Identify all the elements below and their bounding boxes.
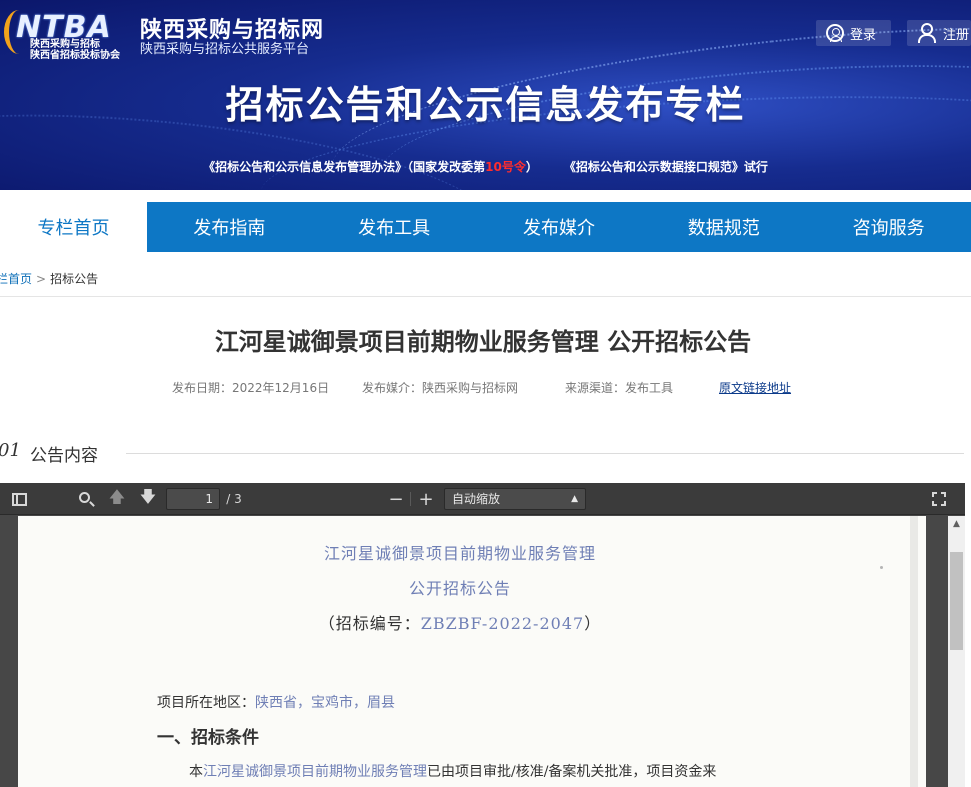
search-icon[interactable] [74, 489, 94, 509]
zoom-in-button[interactable]: + [416, 489, 436, 510]
nav-item-data-spec[interactable]: 数据规范 [641, 202, 806, 252]
site-subtitle: 陕西采购与招标公共服务平台 [140, 42, 310, 57]
original-link[interactable]: 原文链接地址 [719, 379, 791, 396]
doc-project-region: 项目所在地区：陕西省，宝鸡市，眉县 [157, 695, 395, 711]
notice-highlight: 10号令 [485, 160, 526, 174]
register-button[interactable]: 注册 [907, 20, 971, 46]
doc-tender-code: （招标编号：ZBZBF-2022-2047） [318, 614, 602, 633]
pdf-page: 江河星诚御景项目前期物业服务管理 公开招标公告 （招标编号：ZBZBF-2022… [18, 516, 926, 787]
pdf-viewer: 🡅 🡇 1 / 3 − + 自动缩放 ▲ 江河星诚御景项目前期物业服务管理 公开… [0, 483, 965, 787]
section-number: 01 [0, 440, 21, 461]
toolbar-separator [410, 492, 411, 506]
breadcrumb-current: 招标公告 [50, 272, 99, 286]
pdf-page-edge [910, 516, 918, 787]
source-channel: 来源渠道：发布工具 [565, 381, 674, 395]
breadcrumb-home[interactable]: 专栏首页 [0, 272, 32, 286]
login-label: 登录 [850, 27, 877, 43]
scroll-up-icon[interactable]: ▲ [948, 516, 965, 532]
nav-item-guide[interactable]: 发布指南 [147, 202, 312, 252]
main-nav: 专栏首页 发布指南 发布工具 发布媒介 数据规范 咨询服务 [0, 202, 971, 252]
breadcrumb: 专栏首页 >招标公告 [0, 270, 98, 287]
pdf-scrollbar[interactable]: ▲ [948, 516, 965, 787]
zoom-select-value: 自动缩放 [452, 492, 501, 506]
header-banner: NTBA 陕西采购与招标 陕西省招标投标协会 陕西采购与招标网 陕西采购与招标公… [0, 0, 971, 190]
divider [0, 296, 971, 297]
user-circle-icon [826, 24, 844, 42]
login-button[interactable]: 登录 [816, 20, 891, 46]
nav-item-tools[interactable]: 发布工具 [312, 202, 477, 252]
nav-item-media[interactable]: 发布媒介 [477, 202, 642, 252]
banner-title: 招标公告和公示信息发布专栏 [225, 83, 746, 127]
notice-regulation-link[interactable]: 《招标公告和公示信息发布管理办法》（国家发改委第10号令） [203, 160, 538, 174]
scan-speck [880, 566, 883, 569]
breadcrumb-separator: > [36, 272, 47, 286]
nav-item-home[interactable]: 专栏首页 [0, 202, 147, 252]
zoom-select[interactable]: 自动缩放 ▲ [444, 488, 586, 510]
doc-section-heading: 一、招标条件 [157, 728, 259, 748]
section-title: 公告内容 [30, 446, 98, 466]
banner-notice: 《招标公告和公示信息发布管理办法》（国家发改委第10号令） 《招标公告和公示数据接… [0, 158, 971, 175]
publish-date: 发布日期：2022年12月16日 [172, 381, 330, 395]
logo-subtitle-2: 陕西省招标投标协会 [30, 50, 120, 61]
doc-title-line-1: 江河星诚御景项目前期物业服务管理 [323, 544, 596, 563]
doc-body-text: 本江河星诚御景项目前期物业服务管理已由项目审批/核准/备案机关批准，项目资金来 [189, 764, 717, 780]
doc-title-line-2: 公开招标公告 [408, 579, 511, 598]
arrow-down-icon[interactable]: 🡇 [138, 487, 158, 509]
scroll-thumb[interactable] [950, 552, 963, 650]
pdf-toolbar: 🡅 🡇 1 / 3 − + 自动缩放 ▲ [0, 483, 965, 515]
arrow-up-icon[interactable]: 🡅 [107, 487, 127, 509]
fullscreen-icon[interactable] [929, 489, 949, 509]
page-count: / 3 [226, 492, 242, 506]
chevron-updown-icon: ▲ [571, 494, 578, 504]
notice-spec-link[interactable]: 《招标公告和公示数据接口规范》试行 [564, 160, 768, 174]
article-title: 江河星诚御景项目前期物业服务管理 公开招标公告 [214, 328, 752, 356]
section-divider [126, 453, 964, 454]
publish-media: 发布媒介：陕西采购与招标网 [362, 381, 519, 395]
nav-item-consult[interactable]: 咨询服务 [806, 202, 971, 252]
user-icon [917, 23, 937, 43]
page-number-input[interactable]: 1 [166, 488, 220, 510]
register-label: 注册 [943, 27, 970, 43]
site-logo[interactable]: NTBA 陕西采购与招标 陕西省招标投标协会 [4, 8, 132, 61]
zoom-out-button[interactable]: − [386, 489, 406, 510]
sidebar-toggle-icon[interactable] [10, 489, 28, 509]
